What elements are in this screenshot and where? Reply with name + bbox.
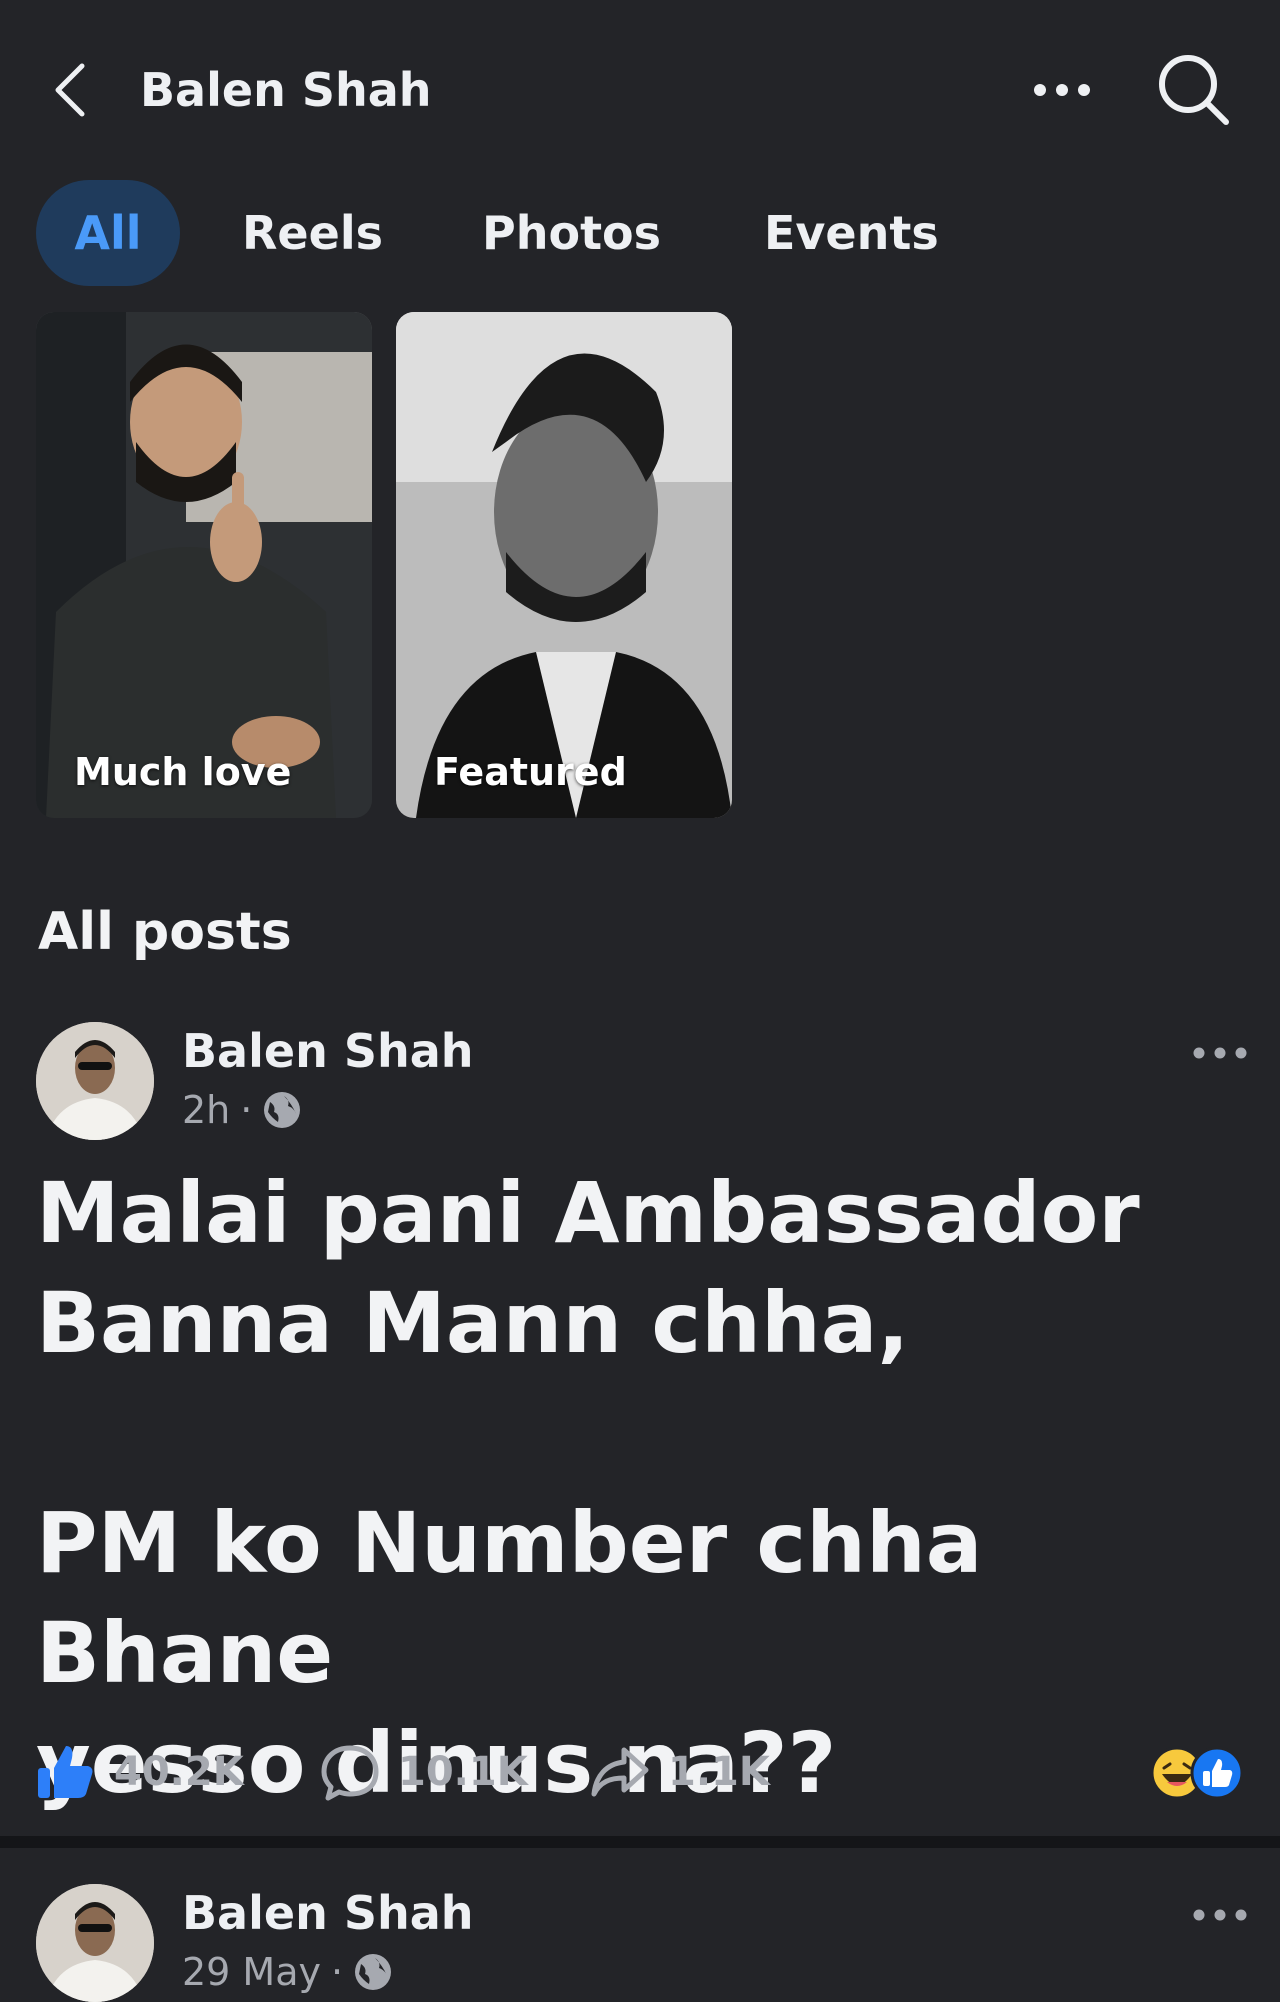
post-divider bbox=[0, 1836, 1280, 1848]
more-horizontal-icon bbox=[1034, 84, 1090, 96]
like-count: 40.2K bbox=[114, 1749, 244, 1795]
post-more-options-button[interactable] bbox=[1190, 1038, 1250, 1068]
post-meta: 2h · bbox=[182, 1088, 302, 1132]
back-button[interactable] bbox=[44, 58, 96, 122]
featured-card-much-love[interactable]: Much love bbox=[36, 312, 372, 818]
page-title: Balen Shah bbox=[140, 63, 432, 117]
tab-reels[interactable]: Reels bbox=[242, 180, 383, 286]
top-bar: Balen Shah bbox=[0, 0, 1280, 170]
post-time: 2h bbox=[182, 1088, 231, 1132]
post-text-line: PM ko Number chha Bhane bbox=[36, 1494, 983, 1702]
post-time: 29 May bbox=[182, 1950, 321, 1994]
tab-photos[interactable]: Photos bbox=[482, 180, 661, 286]
share-icon bbox=[591, 1747, 649, 1797]
post-author[interactable]: Balen Shah bbox=[182, 1886, 474, 1940]
post-text-blank-line bbox=[36, 1378, 1246, 1488]
post-more-options-button[interactable] bbox=[1190, 1900, 1250, 1930]
globe-icon bbox=[355, 1954, 392, 1990]
meta-separator: · bbox=[331, 1950, 344, 1994]
more-options-button[interactable] bbox=[1030, 68, 1094, 112]
tab-events[interactable]: Events bbox=[764, 180, 939, 286]
profile-picture-image bbox=[36, 1022, 154, 1140]
like-reaction-icon bbox=[1190, 1746, 1244, 1800]
featured-card-featured[interactable]: Featured bbox=[396, 312, 732, 818]
featured-card-label: Much love bbox=[74, 750, 292, 794]
post-text-line: Malai pani Ambassador bbox=[36, 1164, 1140, 1262]
share-count: 1.1K bbox=[668, 1749, 770, 1795]
avatar[interactable] bbox=[36, 1884, 154, 2002]
more-horizontal-icon bbox=[1193, 1909, 1247, 1921]
comment-action[interactable]: 10.1K bbox=[320, 1740, 528, 1804]
search-icon bbox=[1159, 55, 1229, 125]
tab-all[interactable]: All bbox=[36, 180, 180, 286]
like-action[interactable]: 40.2K bbox=[36, 1740, 244, 1804]
post-text-line: Banna Mann chha, bbox=[36, 1274, 910, 1372]
like-icon bbox=[38, 1746, 93, 1798]
reactions-summary[interactable] bbox=[1150, 1746, 1250, 1802]
post-meta: 29 May · bbox=[182, 1950, 393, 1994]
more-horizontal-icon bbox=[1193, 1047, 1247, 1059]
post-text: Malai pani Ambassador Banna Mann chha, P… bbox=[36, 1158, 1246, 1818]
post-author[interactable]: Balen Shah bbox=[182, 1024, 474, 1078]
section-title: All posts bbox=[38, 902, 292, 962]
globe-icon bbox=[264, 1092, 301, 1128]
featured-card-label: Featured bbox=[434, 750, 627, 794]
profile-picture-image bbox=[36, 1884, 154, 2002]
featured-photo-image bbox=[396, 312, 732, 818]
meta-separator: · bbox=[240, 1088, 253, 1132]
featured-photo-image bbox=[36, 312, 372, 818]
share-action[interactable]: 1.1K bbox=[590, 1740, 770, 1804]
comment-icon bbox=[321, 1745, 379, 1801]
avatar[interactable] bbox=[36, 1022, 154, 1140]
search-button[interactable] bbox=[1156, 52, 1232, 128]
chevron-left-icon bbox=[55, 63, 85, 117]
comment-count: 10.1K bbox=[398, 1749, 528, 1795]
